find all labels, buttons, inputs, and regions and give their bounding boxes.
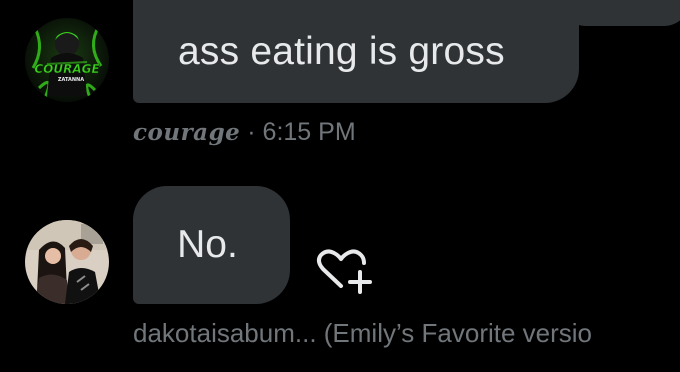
message-timestamp: 6:15 PM [262, 118, 356, 146]
message-bubble[interactable]: No. [133, 186, 290, 304]
courage-avatar-image: COURAGE ZATANNA [25, 18, 109, 102]
dakota-avatar[interactable] [25, 220, 109, 304]
message-meta: dakotaisabum... (Emily’s Favorite versio [133, 318, 592, 349]
avatar-logo-text: COURAGE [34, 62, 100, 76]
sender-name[interactable]: courage [133, 119, 240, 146]
meta-separator: · [240, 118, 256, 146]
dakota-avatar-image [25, 220, 109, 304]
courage-avatar[interactable]: COURAGE ZATANNA [25, 18, 109, 102]
heart-plus-icon[interactable] [314, 246, 376, 298]
message-text: ass eating is gross [178, 29, 505, 73]
message-bubble[interactable]: ass eating is gross [133, 0, 579, 103]
avatar-logo-subtext: ZATANNA [58, 77, 84, 83]
message-text: No. [177, 223, 238, 266]
sender-and-reply-context[interactable]: dakotaisabum... (Emily’s Favorite versio [133, 318, 592, 348]
message-meta: courage · 6:15 PM [133, 118, 356, 147]
